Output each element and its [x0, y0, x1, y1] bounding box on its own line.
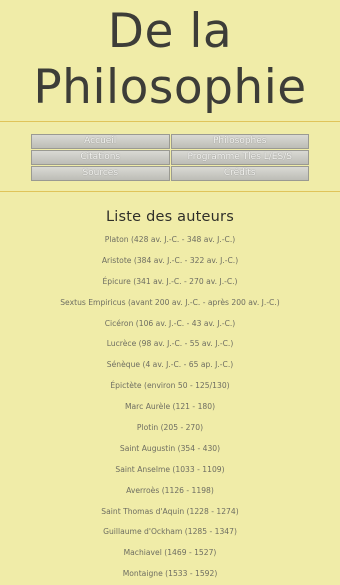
- author-link[interactable]: Sextus Empiricus (avant 200 av. J.-C. - …: [0, 293, 340, 314]
- author-link[interactable]: Machiavel (1469 - 1527): [0, 543, 340, 564]
- page-title-line-1: De la: [107, 4, 233, 59]
- author-link[interactable]: Guillaume d'Ockham (1285 - 1347): [0, 522, 340, 543]
- author-link[interactable]: Marc Aurèle (121 - 180): [0, 397, 340, 418]
- nav-button-programme[interactable]: Programme Tles L/ES/S: [170, 150, 309, 165]
- nav-button-credits[interactable]: Crédits: [170, 166, 309, 181]
- nav-button-accueil[interactable]: Accueil: [31, 134, 170, 149]
- author-link[interactable]: Lucrèce (98 av. J.-C. - 55 av. J.-C.): [0, 334, 340, 355]
- page-title: De la Philosophie: [0, 0, 340, 116]
- author-link[interactable]: Saint Thomas d'Aquin (1228 - 1274): [0, 502, 340, 523]
- author-link[interactable]: Plotin (205 - 270): [0, 418, 340, 439]
- author-link[interactable]: Montaigne (1533 - 1592): [0, 564, 340, 585]
- author-list: Platon (428 av. J.-C. - 348 av. J.-C.) A…: [0, 230, 340, 585]
- author-link[interactable]: Saint Anselme (1033 - 1109): [0, 460, 340, 481]
- main-content: Liste des auteurs Platon (428 av. J.-C. …: [0, 209, 340, 585]
- app-header: De la Philosophie: [0, 0, 340, 122]
- main-navigation: Accueil Philosophes Citations Programme …: [31, 134, 309, 181]
- author-link[interactable]: Aristote (384 av. J.-C. - 322 av. J.-C.): [0, 251, 340, 272]
- nav-divider: [0, 191, 340, 192]
- header-divider: [0, 121, 340, 122]
- author-link[interactable]: Saint Augustin (354 - 430): [0, 439, 340, 460]
- author-link[interactable]: Cicéron (106 av. J.-C. - 43 av. J.-C.): [0, 314, 340, 335]
- author-link[interactable]: Épictète (environ 50 - 125/130): [0, 376, 340, 397]
- nav-button-citations[interactable]: Citations: [31, 150, 170, 165]
- author-link[interactable]: Épicure (341 av. J.-C. - 270 av. J.-C.): [0, 272, 340, 293]
- author-link[interactable]: Platon (428 av. J.-C. - 348 av. J.-C.): [0, 230, 340, 251]
- author-link[interactable]: Sénèque (4 av. J.-C. - 65 ap. J.-C.): [0, 355, 340, 376]
- nav-button-sources[interactable]: Sources: [31, 166, 170, 181]
- page-title-line-2: Philosophie: [33, 60, 307, 115]
- section-title: Liste des auteurs: [106, 209, 234, 225]
- nav-button-philosophes[interactable]: Philosophes: [170, 134, 309, 149]
- author-link[interactable]: Averroès (1126 - 1198): [0, 481, 340, 502]
